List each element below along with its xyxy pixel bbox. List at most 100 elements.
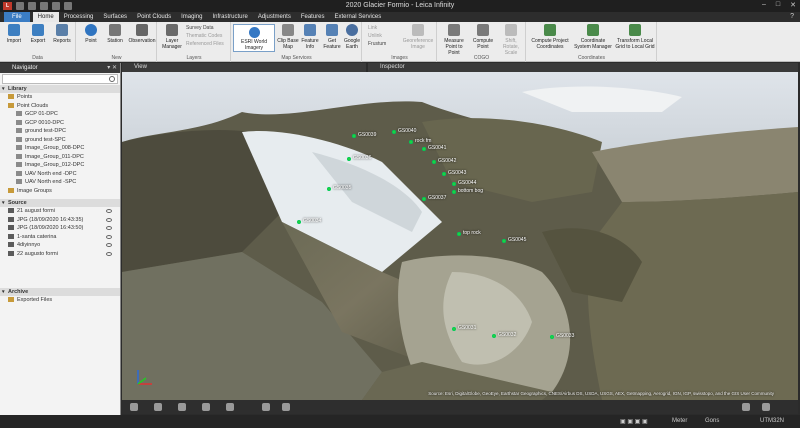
source-item[interactable]: JPG (18/09/2020 16:43:50)	[0, 224, 120, 233]
google-earth-button[interactable]: Google Earth	[340, 24, 364, 50]
clip-base-map-button[interactable]: Clip Base Map	[276, 24, 300, 50]
units-indicator[interactable]: Meter	[672, 418, 687, 424]
settings-icon[interactable]	[742, 403, 750, 411]
select-tool-icon[interactable]	[154, 403, 162, 411]
survey-data-button[interactable]: Survey Data	[186, 25, 214, 31]
survey-point-marker[interactable]	[347, 157, 351, 161]
library-item[interactable]: Image_Group_012-DPC	[0, 161, 120, 170]
navigator-search-input[interactable]	[2, 74, 118, 84]
tab-file[interactable]: File	[4, 12, 30, 22]
close-icon[interactable]: ✕	[790, 1, 796, 9]
link-button[interactable]: Link	[368, 25, 377, 31]
transform-grid-button[interactable]: Transform Local Grid to Local Grid	[615, 24, 655, 50]
library-item[interactable]: UAV North end -SPC	[0, 178, 120, 187]
visibility-eye-icon[interactable]	[106, 217, 112, 222]
survey-point-marker[interactable]	[409, 140, 413, 144]
tab-inspector[interactable]: Inspector	[368, 63, 798, 72]
survey-point-marker[interactable]	[492, 334, 496, 338]
reports-button[interactable]: Reports	[50, 24, 74, 44]
panel-controls-icon[interactable]: ▾ ✕	[107, 63, 117, 73]
observation-button[interactable]: Observation	[127, 24, 157, 44]
survey-point-marker[interactable]	[457, 232, 461, 236]
library-item[interactable]: Image Groups	[0, 187, 120, 196]
maximize-icon[interactable]: □	[776, 1, 780, 9]
layer-manager-button[interactable]: Layer Manager	[160, 24, 184, 50]
coordinate-system-manager-button[interactable]: Coordinate System Manager	[573, 24, 613, 50]
import-button[interactable]: Import	[2, 24, 26, 44]
tab-view[interactable]: View	[122, 63, 366, 72]
esri-world-imagery-button[interactable]: ESRI World Imagery	[233, 24, 275, 52]
station-button[interactable]: Station	[103, 24, 127, 44]
library-item[interactable]: UAV North end -DPC	[0, 170, 120, 179]
survey-point-marker[interactable]	[442, 172, 446, 176]
minimize-icon[interactable]: –	[762, 1, 766, 9]
visibility-eye-icon[interactable]	[106, 243, 112, 247]
frustum-button[interactable]: Frustum	[368, 41, 386, 47]
library-section-header[interactable]: Library	[0, 85, 120, 93]
library-item[interactable]: Points	[0, 93, 120, 102]
library-item[interactable]: Point Clouds	[0, 102, 120, 111]
source-item[interactable]: 22 augusto formi	[0, 250, 120, 259]
georeference-image-button[interactable]: Georeference Image	[401, 24, 435, 50]
library-item[interactable]: GCP 01-DPC	[0, 110, 120, 119]
visibility-eye-icon[interactable]	[106, 226, 112, 230]
library-item[interactable]: Image_Group_011-DPC	[0, 153, 120, 162]
survey-point-marker[interactable]	[452, 190, 456, 194]
survey-point-marker[interactable]	[327, 187, 331, 191]
unlink-button[interactable]: Unlink	[368, 33, 382, 39]
compute-project-coordinates-button[interactable]: Compute Project Coordinates	[529, 24, 571, 50]
library-item[interactable]: Image_Group_008-DPC	[0, 144, 120, 153]
source-item[interactable]: 1-santa caterina	[0, 233, 120, 242]
library-item[interactable]: GCP 0010-DPC	[0, 119, 120, 128]
survey-point-marker[interactable]	[550, 335, 554, 339]
visibility-eye-icon[interactable]	[106, 251, 112, 256]
fullscreen-icon[interactable]	[762, 403, 770, 411]
tab-processing[interactable]: Processing	[59, 12, 99, 22]
referenced-files-button[interactable]: Referenced Files	[186, 41, 224, 47]
screenshot-icon[interactable]	[282, 403, 290, 411]
survey-point-marker[interactable]	[502, 239, 506, 243]
orbit-tool-icon[interactable]	[178, 403, 186, 411]
export-button[interactable]: Export	[26, 24, 50, 44]
tab-features[interactable]: Features	[296, 12, 330, 22]
layer-filter-icon[interactable]	[226, 403, 234, 411]
help-icon[interactable]: ?	[790, 12, 794, 22]
tab-imaging[interactable]: Imaging	[176, 12, 207, 22]
tab-surfaces[interactable]: Surfaces	[98, 12, 132, 22]
library-item[interactable]: ground test-SPC	[0, 136, 120, 145]
globe-nav-icon[interactable]	[130, 403, 138, 411]
tab-home[interactable]: Home	[32, 12, 59, 22]
survey-point-marker[interactable]	[452, 182, 456, 186]
tab-external-services[interactable]: External Services	[330, 12, 387, 22]
crs-indicator[interactable]: UTM32N	[760, 418, 784, 424]
angle-indicator[interactable]: Gons	[705, 418, 719, 424]
source-item[interactable]: 21 august formi	[0, 207, 120, 216]
survey-point-marker[interactable]	[432, 160, 436, 164]
view-cube-icon[interactable]	[202, 403, 210, 411]
archive-item[interactable]: Exported Files	[0, 296, 120, 305]
3d-terrain-view[interactable]: GS0039 GS0040 rock fm GS0041 GS0042 GS0043 GS0…	[122, 72, 798, 400]
tab-adjustments[interactable]: Adjustments	[253, 12, 296, 22]
tab-infrastructure[interactable]: Infrastructure	[207, 12, 252, 22]
visibility-eye-icon[interactable]	[106, 209, 112, 213]
source-item[interactable]: 4diyinnyo	[0, 241, 120, 250]
survey-point-marker[interactable]	[422, 147, 426, 151]
point-button[interactable]: Point	[79, 24, 103, 44]
archive-section-header[interactable]: Archive	[0, 288, 120, 296]
compute-point-button[interactable]: Compute Point	[470, 24, 496, 50]
thematic-codes-button[interactable]: Thematic Codes	[186, 33, 222, 39]
source-item[interactable]: JPG (18/09/2020 16:43:35)	[0, 216, 120, 225]
library-item[interactable]: ground test-DPC	[0, 127, 120, 136]
measure-tool-icon[interactable]	[262, 403, 270, 411]
survey-point-marker[interactable]	[392, 130, 396, 134]
visibility-eye-icon[interactable]	[106, 234, 112, 239]
survey-point-marker[interactable]	[352, 134, 356, 138]
survey-point-marker[interactable]	[452, 327, 456, 331]
survey-point-marker[interactable]	[297, 220, 301, 224]
measure-point-to-point-button[interactable]: Measure Point to Point	[440, 24, 468, 56]
shift-rotate-scale-button[interactable]: Shift, Rotate, Scale	[498, 24, 524, 56]
survey-point-marker[interactable]	[422, 197, 426, 201]
feature-info-button[interactable]: Feature Info	[298, 24, 322, 50]
source-section-header[interactable]: Source	[0, 199, 120, 207]
tab-point-clouds[interactable]: Point Clouds	[132, 12, 176, 22]
